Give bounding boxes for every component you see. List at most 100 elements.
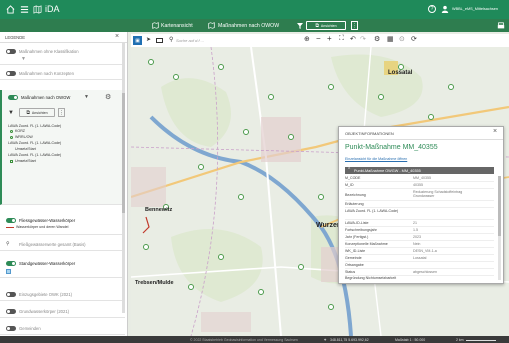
info-row: LAWA Zuord. FL (1. LAWA-Code)	[345, 209, 494, 220]
layer-toggle[interactable]	[6, 326, 16, 331]
search-layer-icon[interactable]: ⚲	[6, 241, 10, 247]
layer-nach-konzepten[interactable]: Maßnahmen nach Konzepten	[0, 67, 125, 80]
close-legend-icon[interactable]: ×	[115, 33, 119, 40]
settings-icon[interactable]: ⚙	[374, 35, 380, 43]
print-icon[interactable]	[497, 22, 505, 30]
row-key: Erläuterung	[345, 202, 364, 206]
rect-select-icon[interactable]	[156, 38, 163, 43]
panel-header: OBJEKTINFORMATIONEN	[345, 131, 394, 136]
top-bar: iDA ? WBBL_eMS_Mittelsachsen	[0, 0, 509, 19]
layer-toggle[interactable]	[6, 218, 16, 223]
layer-label: Fliessgewässer-Wasserkörper	[19, 218, 76, 223]
layer-toggle[interactable]	[6, 49, 16, 54]
layer-fliessgewaesser[interactable]: Fliessgewässer-Wasserkörper Wasserkörper…	[0, 215, 125, 235]
user-name[interactable]: WBBL_eMS_Mittelsachsen	[452, 7, 498, 11]
coords-readout: 348.811,75 5.693.992,62	[330, 337, 369, 342]
sidebar-scrollbar[interactable]	[122, 43, 125, 313]
layer-einzugsgebiete[interactable]: Einzugsgebiete OWK (2021)	[0, 289, 125, 301]
layer-label: Maßnahmen ohne Klassifikation	[19, 49, 79, 54]
row-key: Begründung Nichtumsetzbarkeit	[345, 276, 397, 280]
user-icon[interactable]	[441, 5, 449, 13]
row-key: Konzeptionelle Maßnahme	[345, 242, 388, 246]
layer-label: Maßnahmen nach OWGW	[21, 95, 71, 100]
ansichten-button[interactable]: ⧉ Ansichten	[306, 21, 346, 30]
legend-title: LEGENDE	[5, 35, 26, 40]
grid-icon[interactable]: ▦	[387, 35, 394, 43]
layer-toggle[interactable]	[6, 71, 16, 76]
pointer-icon[interactable]: ➤	[146, 36, 151, 43]
filter-icon[interactable]: ▼	[8, 110, 14, 116]
layer-standgewaesser[interactable]: Standgewässer-Wasserkörper	[0, 258, 125, 278]
help-icon[interactable]: ?	[428, 5, 436, 13]
row-value: 21	[413, 221, 417, 225]
menu-icon[interactable]	[19, 4, 29, 14]
ansichten-label: Ansichten	[320, 23, 337, 28]
legend-square-icon	[10, 160, 13, 163]
tab-massnahmen[interactable]: Maßnahmen nach OWOW	[218, 23, 279, 29]
scalebar-label: 2 km	[456, 337, 464, 342]
legend-item: WRRL/OW	[15, 135, 33, 139]
chevron-up-icon: ⌃	[347, 167, 352, 173]
filter-icon[interactable]: ▼	[84, 94, 89, 100]
zoom-out-icon[interactable]: −	[316, 34, 321, 43]
refresh-icon[interactable]: ⟳	[411, 35, 417, 43]
object-info-panel: OBJEKTINFORMATIONEN × Punkt-Maßnahme MM_…	[338, 126, 504, 284]
layer-label: Grundwasserkörper (2021)	[19, 309, 70, 314]
more-icon[interactable]: ⋮	[58, 108, 65, 117]
measure-icon[interactable]: ⊙	[399, 35, 405, 43]
row-value: Lossatal	[413, 256, 427, 260]
search-icon: ⚲	[169, 37, 174, 43]
layer-label: Maßnahmen nach Konzepten	[19, 71, 74, 76]
row-value: abgeschlossen	[413, 270, 437, 274]
fullscreen-icon[interactable]: ⛶	[339, 35, 344, 43]
row-value: 1.5	[413, 228, 418, 232]
panel-divider	[339, 139, 503, 140]
scale-readout[interactable]: Maßstab 1 : 50.000	[395, 338, 425, 342]
layer-toggle[interactable]	[6, 309, 16, 314]
open-detail-link[interactable]: Einzelansicht für die Maßnahme öffnen	[345, 157, 407, 161]
info-row: LAWA-ID-Liste 21	[345, 221, 494, 227]
zoom-in-icon[interactable]: +	[327, 34, 332, 43]
info-row: Erläuterung	[345, 202, 494, 208]
ansichten-label: Ansichten	[31, 110, 48, 115]
scalebar	[466, 340, 496, 341]
town-label: Trebsen/Mulde	[135, 280, 174, 286]
layer-toggle[interactable]	[6, 292, 16, 297]
row-value: DESN_VM-1-a	[413, 249, 437, 253]
more-icon[interactable]: ⋮	[351, 21, 358, 30]
map-search-input[interactable]: Suche auf d.f ...	[176, 38, 204, 43]
legend-item: KORZ	[15, 129, 25, 133]
panel-section[interactable]: ⌃ Punkt-Maßnahme OWGW - MM_40355	[345, 167, 494, 174]
legend-item: LAWA Zuord. FL (1. LAWA-Code)	[8, 124, 62, 128]
layer-ohne-klassifikation[interactable]: Maßnahmen ohne Klassifikation ▼	[0, 45, 125, 65]
layer-nach-owgw[interactable]: Maßnahmen nach OWGW ▼ ⚙ ▼ ⧉ Ansichten ⋮ …	[0, 90, 125, 205]
locate-icon[interactable]: ⊕	[304, 35, 310, 43]
layer-toggle[interactable]	[6, 261, 16, 266]
filter-icon[interactable]	[296, 22, 303, 29]
layer-grundwasserkoerper[interactable]: Grundwasserkörper (2021)	[0, 306, 125, 318]
legend-header: LEGENDE ×	[0, 32, 127, 43]
redo-icon[interactable]: ↷	[360, 35, 366, 43]
tab-kartenansicht[interactable]: Kartenansicht	[161, 23, 193, 29]
ansichten-icon: ⧉	[26, 109, 30, 116]
home-icon[interactable]	[5, 4, 15, 14]
legend-dot-icon	[10, 130, 13, 133]
ansichten-button[interactable]: ⧉ Ansichten	[19, 108, 55, 117]
panel-scrollbar[interactable]	[498, 176, 501, 280]
filter-icon[interactable]: ▼	[21, 56, 26, 62]
settings-icon[interactable]: ⚙	[105, 93, 111, 101]
legend-item: LAWA Zuord. FL (1. LAWA-Code)	[8, 141, 62, 145]
info-row: Ortsangabe	[345, 263, 494, 269]
info-row: Gemeinde Lossatal	[345, 256, 494, 262]
close-panel-icon[interactable]: ×	[493, 128, 497, 135]
layer-fliesswerte[interactable]: ⚲ Fließgewässerwerte gesamt (Basis)	[0, 239, 125, 251]
layer-gemeinden[interactable]: Gemeinden	[0, 323, 125, 335]
layer-label: Gemeinden	[19, 326, 41, 331]
undo-icon[interactable]: ↶	[350, 35, 356, 43]
layer-toggle[interactable]	[8, 95, 18, 100]
row-key: M_ID	[345, 183, 354, 187]
section-label: Punkt-Maßnahme OWGW - MM_40355	[354, 168, 421, 173]
layers-icon[interactable]: ▣	[133, 36, 142, 45]
legend-item: Wasserkörper und deren Wandel	[16, 225, 69, 229]
panel-title: Punkt-Maßnahme MM_40355	[345, 144, 438, 151]
